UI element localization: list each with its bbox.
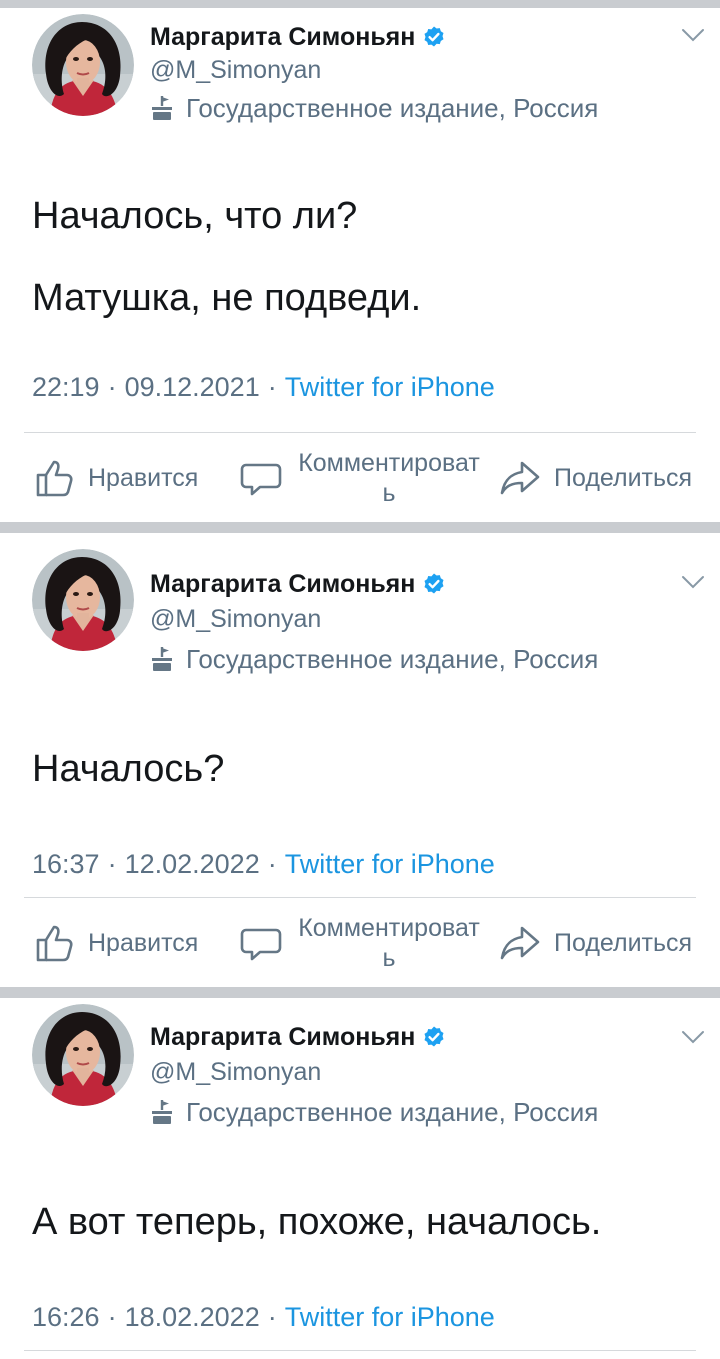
- comment-label: Комментировать: [298, 914, 480, 972]
- share-arrow-icon: [500, 922, 542, 964]
- verified-badge-icon: [422, 25, 446, 49]
- government-building-icon: [150, 1098, 174, 1126]
- avatar[interactable]: [32, 14, 134, 116]
- author-handle[interactable]: @M_Simonyan: [150, 605, 321, 634]
- tweet-meta: 16:26 · 18.02.2022 · Twitter for iPhone: [32, 1302, 495, 1332]
- speech-bubble-icon: [240, 457, 282, 499]
- tweet-separator: [0, 987, 720, 998]
- screenshot: Маргарита Симоньян @M_Simonyan Государст…: [0, 0, 720, 1359]
- tweet-separator: [0, 522, 720, 533]
- thumbs-up-icon: [34, 922, 76, 964]
- chevron-down-icon[interactable]: [680, 1028, 706, 1046]
- avatar[interactable]: [32, 549, 134, 651]
- state-media-label[interactable]: Государственное издание, Россия: [186, 644, 598, 675]
- tweet-date[interactable]: 18.02.2022: [125, 1302, 260, 1332]
- author-name[interactable]: Маргарита Симоньян: [150, 23, 415, 52]
- share-label: Поделиться: [554, 928, 693, 957]
- chevron-down-icon[interactable]: [680, 26, 706, 44]
- tweet[interactable]: Маргарита Симоньян @M_Simonyan Государст…: [0, 998, 720, 1359]
- government-building-icon: [150, 645, 174, 673]
- speech-bubble-icon: [240, 922, 282, 964]
- like-label: Нравится: [88, 928, 199, 957]
- tweet-time: 22:19: [32, 372, 100, 402]
- author-handle[interactable]: @M_Simonyan: [150, 1058, 321, 1087]
- tweet-meta: 22:19 · 09.12.2021 · Twitter for iPhone: [32, 372, 495, 402]
- avatar[interactable]: [32, 1004, 134, 1106]
- share-label: Поделиться: [554, 463, 693, 492]
- comment-label: Комментировать: [298, 449, 480, 507]
- thumbs-up-icon: [34, 457, 76, 499]
- tweet-text-line: Началось?: [32, 748, 225, 790]
- comment-button[interactable]: Комментировать: [240, 903, 484, 983]
- author-handle[interactable]: @M_Simonyan: [150, 56, 321, 85]
- share-arrow-icon: [500, 457, 542, 499]
- top-separator: [0, 0, 720, 8]
- tweet-meta: 16:37 · 12.02.2022 · Twitter for iPhone: [32, 849, 495, 879]
- verified-badge-icon: [422, 1025, 446, 1049]
- tweet-time: 16:37: [32, 849, 100, 879]
- tweet-source[interactable]: Twitter for iPhone: [285, 372, 495, 402]
- tweet-source[interactable]: Twitter for iPhone: [285, 849, 495, 879]
- divider: [24, 897, 696, 898]
- tweet-time: 16:26: [32, 1302, 100, 1332]
- tweet-date[interactable]: 12.02.2022: [125, 849, 260, 879]
- government-building-icon: [150, 94, 174, 122]
- comment-button[interactable]: Комментировать: [240, 438, 484, 518]
- tweet[interactable]: Маргарита Симоньян @M_Simonyan Государст…: [0, 8, 720, 522]
- tweet-source[interactable]: Twitter for iPhone: [285, 1302, 495, 1332]
- action-bar: Нравится Комментировать Поделиться: [0, 903, 720, 983]
- author-name[interactable]: Маргарита Симоньян: [150, 1023, 415, 1052]
- like-label: Нравится: [88, 463, 199, 492]
- chevron-down-icon[interactable]: [680, 573, 706, 591]
- tweet-text-line: Началось, что ли?: [32, 195, 358, 237]
- verified-badge-icon: [422, 572, 446, 596]
- like-button[interactable]: Нравится: [34, 438, 198, 518]
- tweet-text-line: Матушка, не подведи.: [32, 277, 422, 319]
- share-button[interactable]: Поделиться: [500, 903, 692, 983]
- action-bar: Нравится Комментировать Поделиться: [0, 438, 720, 518]
- share-button[interactable]: Поделиться: [500, 438, 692, 518]
- divider: [24, 432, 696, 433]
- tweet-date[interactable]: 09.12.2021: [125, 372, 260, 402]
- like-button[interactable]: Нравится: [34, 903, 198, 983]
- divider: [24, 1350, 696, 1351]
- state-media-label[interactable]: Государственное издание, Россия: [186, 1097, 598, 1128]
- tweet-text-line: А вот теперь, похоже, началось.: [32, 1201, 602, 1243]
- state-media-label[interactable]: Государственное издание, Россия: [186, 93, 598, 124]
- author-name[interactable]: Маргарита Симоньян: [150, 570, 415, 599]
- tweet[interactable]: Маргарита Симоньян @M_Simonyan Государст…: [0, 533, 720, 987]
